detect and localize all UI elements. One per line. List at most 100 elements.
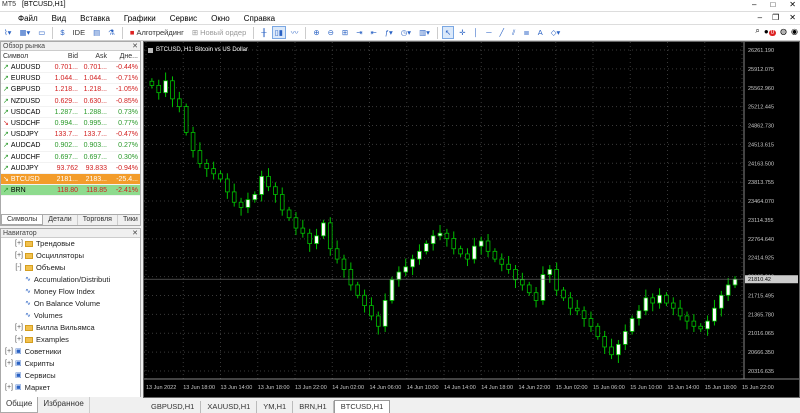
navigator-item[interactable]: [+] Examples: [1, 334, 140, 346]
zoom-out-icon[interactable]: ⊖: [325, 26, 337, 39]
chart-shift-icon[interactable]: ⇤: [368, 26, 380, 39]
zoom-in-icon[interactable]: ⊕: [310, 26, 322, 39]
navigator-item[interactable]: [+] Билла Вильямса: [1, 322, 140, 334]
channel-icon[interactable]: ⫽: [509, 26, 518, 39]
chart-tab[interactable]: BRN,H1: [293, 401, 334, 413]
collapse-icon[interactable]: [-]: [15, 262, 22, 274]
child-restore-icon[interactable]: ❐: [772, 13, 779, 22]
market-watch-row[interactable]: ↘ BTCUSD 2181... 2183... -25.4...: [1, 173, 140, 186]
profile-icon[interactable]: ◍: [780, 27, 787, 36]
signals-icon[interactable]: ◉: [791, 27, 798, 36]
algo-trading-button[interactable]: ■ Алготрейдинг: [127, 26, 187, 39]
candle-up: [245, 199, 251, 208]
navigator-item[interactable]: [-] Объемы: [1, 262, 140, 274]
shapes-icon[interactable]: ◇▾: [548, 26, 564, 39]
chart-tab[interactable]: XAUUSD,H1: [201, 401, 258, 413]
navigator-item[interactable]: ▣ Сервисы: [1, 370, 140, 382]
market-watch-row[interactable]: ↗ EURUSD 1.044... 1.044... -0.71%: [1, 73, 140, 85]
auto-scroll-icon[interactable]: ⇥: [353, 26, 365, 39]
new-chart-icon[interactable]: ▦▾: [16, 26, 33, 39]
navigator-item[interactable]: [+] ▣ Советники: [1, 346, 140, 358]
close-icon[interactable]: ✕: [132, 42, 138, 51]
market-watch-row[interactable]: ↗ AUDUSD 0.701... 0.701... -0.44%: [1, 62, 140, 74]
menu-insert[interactable]: Вставка: [73, 14, 117, 23]
expand-icon[interactable]: [+]: [15, 238, 23, 250]
navigator-item[interactable]: [+] Трендовые: [1, 238, 140, 250]
tab-ticks[interactable]: Тики: [118, 215, 144, 225]
expand-icon[interactable]: [+]: [15, 250, 23, 262]
column-bid[interactable]: Bid: [51, 51, 80, 61]
folder-icon[interactable]: ▭: [35, 26, 48, 39]
expand-icon[interactable]: [+]: [5, 382, 13, 394]
horizontal-line-icon[interactable]: ─: [483, 26, 494, 39]
bar-chart-icon[interactable]: ╫: [258, 26, 269, 39]
market-watch-row[interactable]: ↗ NZDUSD 0.629... 0.630... -0.85%: [1, 96, 140, 107]
tab-details[interactable]: Детали: [43, 215, 78, 225]
column-daily-change[interactable]: Дне...: [109, 51, 140, 61]
market-watch-row[interactable]: ↗ BRN 118.80 118.85 -2.41%: [1, 185, 140, 197]
tab-favorites[interactable]: Избранное: [38, 397, 90, 413]
menu-help[interactable]: Справка: [237, 14, 282, 23]
child-minimize-icon[interactable]: –: [758, 13, 762, 22]
navigator-item[interactable]: ∿ Accumulation/Distributi: [1, 274, 140, 286]
chart-type-icon[interactable]: ⌇▾: [1, 26, 14, 39]
fibonacci-icon[interactable]: ≣: [520, 26, 532, 39]
close-icon[interactable]: ✕: [789, 0, 796, 9]
market-watch-row[interactable]: ↗ USDJPY 133.7... 133.7... -0.47%: [1, 129, 140, 141]
column-symbol[interactable]: Символ: [1, 51, 51, 61]
market-watch-row[interactable]: ↗ AUDJPY 93.762 93.833 -0.94%: [1, 163, 140, 174]
expand-icon[interactable]: [+]: [15, 322, 23, 334]
navigator-item[interactable]: ∿ Volumes: [1, 310, 140, 322]
market-watch-row[interactable]: ↗ AUDCAD 0.902... 0.903... 0.27%: [1, 140, 140, 152]
menu-view[interactable]: Вид: [45, 14, 73, 23]
search-icon[interactable]: ⌕: [755, 26, 759, 36]
navigator-item[interactable]: [+] ▣ Маркет: [1, 382, 140, 394]
periods-icon[interactable]: ◷▾: [398, 26, 414, 39]
expand-icon[interactable]: [+]: [15, 334, 23, 346]
new-order-button[interactable]: ⊞ Новый ордер: [189, 26, 249, 39]
navigator-item[interactable]: ∿ Money Flow Index: [1, 286, 140, 298]
menu-charts[interactable]: Графики: [117, 14, 163, 23]
menu-tools[interactable]: Сервис: [163, 14, 204, 23]
menu-file[interactable]: Файл: [0, 14, 45, 23]
text-icon[interactable]: A: [535, 26, 546, 39]
chart-window[interactable]: 26261.190 25912.075 25562.960 25212.445 2486…: [143, 41, 800, 398]
menu-window[interactable]: Окно: [204, 14, 237, 23]
market-watch-row[interactable]: ↗ GBPUSD 1.218... 1.218... -1.05%: [1, 84, 140, 96]
minimize-icon[interactable]: –: [752, 0, 756, 9]
column-ask[interactable]: Ask: [80, 51, 109, 61]
maximize-icon[interactable]: □: [770, 0, 775, 9]
chart-tab-active[interactable]: BTCUSD,H1: [333, 400, 391, 413]
navigator-item[interactable]: ∿ On Balance Volume: [1, 298, 140, 310]
notification-icon[interactable]: ● 0: [764, 27, 777, 36]
indicators-icon[interactable]: ƒ▾: [382, 26, 396, 39]
market-watch-row[interactable]: ↘ USDCHF 0.994... 0.995... 0.77%: [1, 118, 140, 130]
strategy-tester-icon[interactable]: ⚗: [105, 26, 118, 39]
tab-symbols[interactable]: Символы: [1, 215, 44, 225]
candle-down: [211, 168, 216, 175]
templates-icon[interactable]: ▥▾: [416, 26, 433, 39]
close-icon[interactable]: ✕: [132, 229, 138, 238]
tile-windows-icon[interactable]: ⊞: [339, 26, 351, 39]
calendar-icon[interactable]: ▤: [90, 26, 103, 39]
market-watch-row[interactable]: ↗ AUDCHF 0.697... 0.697... 0.30%: [1, 152, 140, 163]
child-close-icon[interactable]: ✕: [789, 13, 796, 22]
candlestick-chart[interactable]: 26261.190 25912.075 25562.960 25212.445 2486…: [144, 42, 799, 397]
market-watch-row[interactable]: ↗ USDCAD 1.287... 1.288... 0.73%: [1, 107, 140, 118]
ide-button[interactable]: IDE: [70, 26, 89, 39]
navigator-item[interactable]: [+] Осцилляторы: [1, 250, 140, 262]
chart-tab[interactable]: YM,H1: [257, 401, 294, 413]
tab-common[interactable]: Общие: [0, 397, 39, 413]
expand-icon[interactable]: [+]: [5, 358, 13, 370]
cursor-icon[interactable]: ↖: [441, 26, 455, 39]
navigator-item[interactable]: [+] ▣ Скрипты: [1, 358, 140, 370]
trendline-icon[interactable]: ╱: [497, 26, 508, 39]
tab-trading[interactable]: Торговля: [78, 215, 118, 225]
vertical-line-icon[interactable]: │: [471, 26, 482, 39]
chart-tab[interactable]: GBPUSD,H1: [145, 401, 202, 413]
candlestick-chart-icon[interactable]: ▯▮: [271, 26, 286, 39]
line-chart-icon[interactable]: 〰: [288, 26, 302, 39]
expand-icon[interactable]: [+]: [5, 346, 13, 358]
metaeditor-icon[interactable]: $: [57, 26, 67, 39]
crosshair-icon[interactable]: ✛: [456, 26, 468, 39]
